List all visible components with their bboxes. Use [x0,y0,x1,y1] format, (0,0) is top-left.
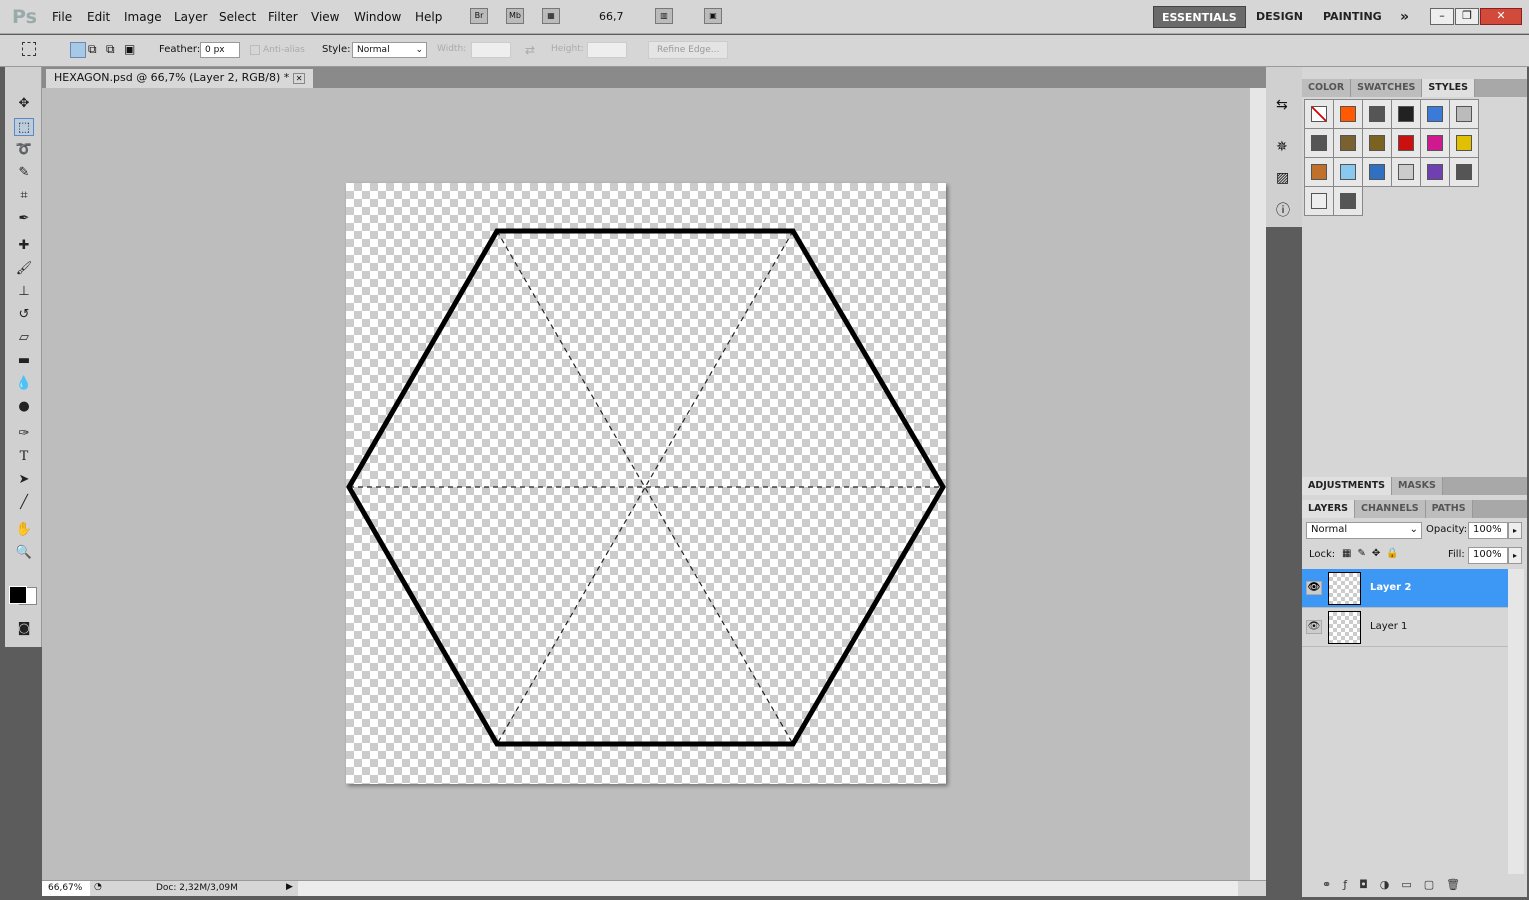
style-preview [1369,164,1385,180]
fill-input[interactable]: 100% [1468,547,1508,564]
opacity-arrow[interactable]: ▸ [1508,522,1522,539]
fill-label: Fill: [1448,549,1465,560]
status-menu-arrow[interactable]: ▶ [286,882,293,892]
style-preview [1311,164,1327,180]
style-swatch[interactable] [1362,99,1392,129]
opacity-input[interactable]: 100% [1468,522,1508,539]
style-swatch[interactable] [1391,157,1421,187]
panels-column: COLORSWATCHESSTYLES ADJUSTMENTSMASKS LAY… [1302,67,1527,897]
lock-icons[interactable]: ▦✎✥🔒 [1342,548,1405,559]
layer-row-layer-1[interactable]: 👁 Layer 1 [1302,608,1508,647]
layers-list: 👁 Layer 2 👁 Layer 1 [1302,569,1508,889]
tab-swatches[interactable]: SWATCHES [1351,79,1422,97]
lock-label: Lock: [1309,549,1335,560]
style-swatch[interactable] [1391,99,1421,129]
layers-scrollbar[interactable] [1508,569,1524,874]
status-preview-icon[interactable]: ◔ [94,882,102,892]
adjustments-panel-tabs: ADJUSTMENTSMASKS [1302,477,1527,495]
layers-footer-icons[interactable]: ⚭ƒ◘◑▭▢🗑 [1322,878,1472,891]
style-swatch[interactable] [1449,128,1479,158]
panel-dock: ⇆ ✵ ▨ ⓘ [1266,67,1302,227]
style-swatch[interactable] [1304,99,1334,129]
style-preview [1369,106,1385,122]
style-swatch[interactable] [1420,99,1450,129]
style-preview [1340,106,1356,122]
style-preview [1456,135,1472,151]
layer-row-layer-2[interactable]: 👁 Layer 2 [1302,569,1508,608]
vertical-scrollbar[interactable] [1250,88,1266,880]
tab-adjustments[interactable]: ADJUSTMENTS [1302,477,1392,495]
zoom-field[interactable]: 66,67% [42,881,90,896]
style-swatch[interactable] [1333,186,1363,216]
horizontal-scrollbar[interactable] [298,881,1238,896]
style-preview [1456,106,1472,122]
style-preview [1369,135,1385,151]
history-icon[interactable]: ⇆ [1276,97,1288,113]
style-preview [1456,164,1472,180]
visibility-eye-icon[interactable]: 👁 [1306,620,1322,634]
styles-grid [1304,99,1504,215]
layer-thumbnail [1328,611,1361,644]
style-swatch[interactable] [1449,157,1479,187]
style-swatch[interactable] [1333,157,1363,187]
visibility-eye-icon[interactable]: 👁 [1306,581,1322,595]
blend-mode-value: Normal [1311,524,1347,535]
style-preview [1398,106,1414,122]
tab-color[interactable]: COLOR [1302,79,1351,97]
layers-panel-tabs: LAYERSCHANNELSPATHS [1302,500,1527,518]
histogram-icon[interactable]: ▨ [1276,170,1289,186]
style-swatch[interactable] [1333,128,1363,158]
status-bar: 66,67% ◔ Doc: 2,32M/3,09M ▶ [42,880,1266,896]
tab-layers[interactable]: LAYERS [1302,500,1355,518]
style-preview [1340,164,1356,180]
style-swatch[interactable] [1362,128,1392,158]
style-preview [1427,164,1443,180]
layer-thumbnail [1328,572,1361,605]
doc-info: Doc: 2,32M/3,09M [156,883,238,893]
style-preview [1340,135,1356,151]
style-swatch[interactable] [1420,128,1450,158]
style-swatch[interactable] [1304,128,1334,158]
tab-styles[interactable]: STYLES [1422,79,1475,97]
layer-name: Layer 2 [1370,582,1411,593]
style-swatch[interactable] [1304,186,1334,216]
style-preview [1311,193,1327,209]
style-swatch[interactable] [1304,157,1334,187]
style-preview [1427,106,1443,122]
blend-mode-select[interactable]: Normal⌄ [1306,522,1422,539]
style-preview [1398,164,1414,180]
tab-paths[interactable]: PATHS [1426,500,1473,518]
info-icon[interactable]: ⓘ [1276,200,1290,220]
style-swatch[interactable] [1362,157,1392,187]
fill-arrow[interactable]: ▸ [1508,547,1522,564]
layer-name: Layer 1 [1370,621,1407,632]
style-preview [1311,106,1327,122]
style-swatch[interactable] [1420,157,1450,187]
navigator-icon[interactable]: ✵ [1276,139,1288,155]
style-swatch[interactable] [1391,128,1421,158]
opacity-label: Opacity: [1426,524,1467,535]
style-swatch[interactable] [1333,99,1363,129]
styles-panel-tabs: COLORSWATCHESSTYLES [1302,79,1527,97]
style-preview [1398,135,1414,151]
style-preview [1311,135,1327,151]
style-preview [1427,135,1443,151]
tab-channels[interactable]: CHANNELS [1355,500,1426,518]
style-preview [1340,193,1356,209]
tab-masks[interactable]: MASKS [1392,477,1443,495]
style-swatch[interactable] [1449,99,1479,129]
